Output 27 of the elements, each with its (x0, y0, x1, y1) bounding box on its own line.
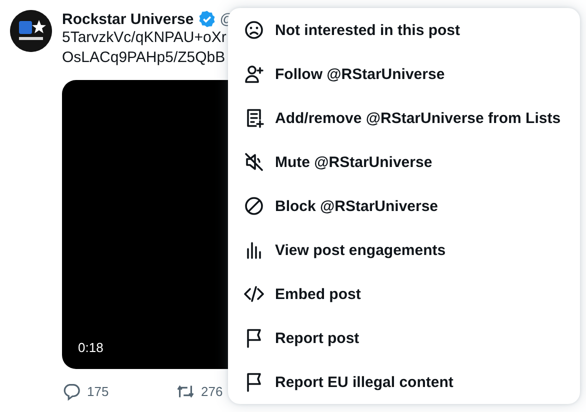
block-icon (244, 196, 264, 216)
bar-chart-icon (244, 240, 264, 260)
list-add-icon (244, 108, 264, 128)
menu-item[interactable]: Not interested in this post (228, 8, 580, 52)
video-duration: 0:18 (78, 340, 104, 355)
reply-icon[interactable] (62, 382, 81, 400)
menu-item[interactable]: Block @RStarUniverse (228, 184, 580, 228)
sad-face-icon (244, 20, 264, 40)
flag-icon (244, 328, 264, 348)
menu-item[interactable]: Embed post (228, 272, 580, 316)
avatar-logo-icon[interactable] (10, 10, 52, 52)
post-text-line: OsLACq9PAHp5/Z5QbB (62, 48, 226, 68)
add-person-icon (244, 64, 264, 84)
muted-speaker-icon (244, 152, 264, 172)
flag-icon (244, 372, 264, 392)
menu-item[interactable]: Add/remove @RStarUniverse from Lists (228, 96, 580, 140)
action-count: 276 (201, 384, 223, 398)
menu-item[interactable]: Report EU illegal content (228, 360, 580, 404)
menu-item[interactable]: Follow @RStarUniverse (228, 52, 580, 96)
action-count: 175 (87, 384, 109, 398)
post-text-line: 5TarvzkVc/qKNPAU+oXr (62, 28, 226, 48)
menu-item[interactable]: Report post (228, 316, 580, 360)
author-name[interactable]: Rockstar Universe (62, 10, 194, 28)
menu-item[interactable]: Mute @RStarUniverse (228, 140, 580, 184)
video-player[interactable]: 0:18 (62, 80, 228, 369)
menu-item[interactable]: View post engagements (228, 228, 580, 272)
code-icon (244, 284, 264, 304)
